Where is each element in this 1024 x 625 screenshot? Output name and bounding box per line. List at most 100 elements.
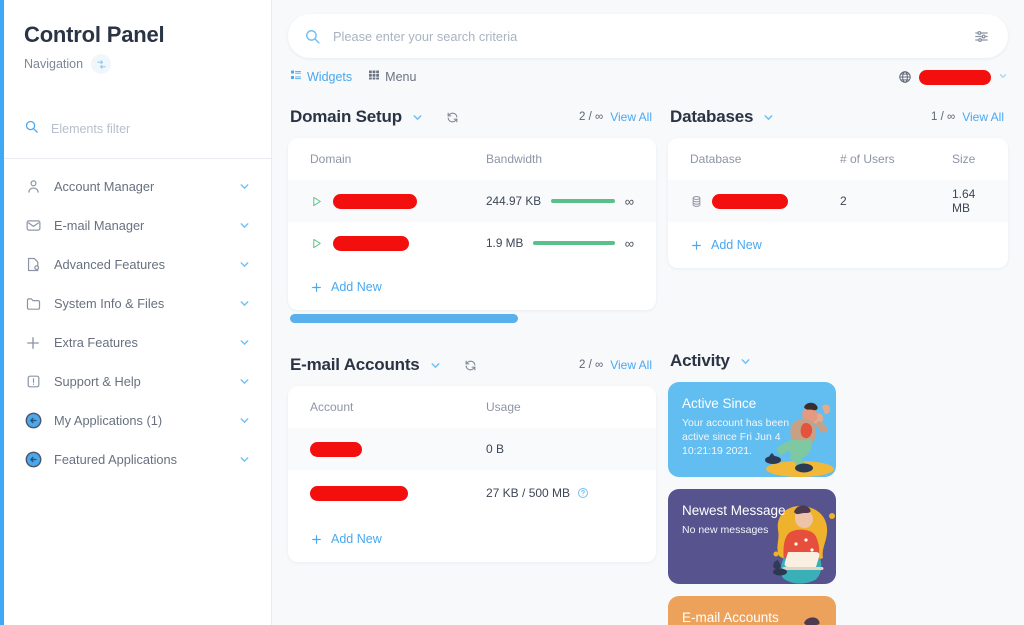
column-header-domain: Domain — [310, 152, 352, 166]
activity-card-newest-message[interactable]: Newest Message No new messages — [668, 489, 836, 584]
scrollbar-thumb[interactable] — [290, 314, 518, 323]
plus-icon — [310, 281, 323, 294]
bandwidth-value: 244.97 KB — [486, 194, 542, 208]
sidebar-item-label: Extra Features — [54, 335, 138, 350]
sidebar-subtitle-row: Navigation — [24, 54, 247, 74]
horizontal-scrollbar[interactable] — [288, 310, 656, 323]
table-header: Account Usage — [288, 386, 656, 428]
tab-widgets[interactable]: Widgets — [290, 68, 352, 86]
panel-columns: Domain Setup 2 / ∞ View All Domain Bandw… — [272, 86, 1024, 625]
help-circle-icon[interactable] — [577, 487, 589, 499]
add-new-domain-button[interactable]: Add New — [288, 264, 656, 310]
usage-cell: 27 KB / 500 MB — [486, 486, 634, 500]
chevron-down-icon[interactable] — [238, 414, 251, 427]
activity-card-title: E-mail Accounts — [682, 610, 779, 625]
panel-title: E-mail Accounts — [290, 355, 420, 374]
sidebar-item-advanced-features[interactable]: Advanced Features — [0, 245, 271, 284]
sidebar-item-system-info-files[interactable]: System Info & Files — [0, 284, 271, 323]
grid-icon — [368, 68, 380, 86]
record-count: 2 / ∞ — [579, 359, 604, 371]
chevron-down-icon[interactable] — [238, 336, 251, 349]
usage-value: 27 KB / 500 MB — [486, 486, 571, 500]
record-count: 2 / ∞ — [579, 111, 604, 123]
table-row[interactable]: 244.97 KB ∞ — [288, 180, 656, 222]
play-icon[interactable] — [310, 237, 323, 250]
activity-card-text: Your account has been active since Fri J… — [682, 416, 790, 458]
view-all-link[interactable]: View All — [610, 358, 652, 372]
sidebar-item-account-manager[interactable]: Account Manager — [0, 167, 271, 206]
bandwidth-cell: 1.9 MB ∞ — [486, 236, 634, 251]
main-content: Widgets Menu — [272, 0, 1024, 625]
control-panel-app: Control Panel Navigation Elements filter — [0, 0, 1024, 625]
chevron-down-icon[interactable] — [238, 453, 251, 466]
sidebar-item-label: My Applications (1) — [54, 413, 163, 428]
activity-card-active-since[interactable]: Active Since Your account has been activ… — [668, 382, 836, 477]
view-all-link[interactable]: View All — [610, 110, 652, 124]
globe-icon — [898, 70, 912, 84]
refresh-icon[interactable] — [446, 111, 459, 124]
plus-icon — [22, 332, 44, 354]
searchbar-wrap — [272, 0, 1024, 58]
chevron-down-icon[interactable] — [411, 111, 424, 124]
search-input[interactable] — [333, 28, 973, 44]
sidebar-nav: Account Manager E-mail Manager Advanced … — [0, 159, 271, 479]
bandwidth-limit: ∞ — [624, 193, 634, 209]
chevron-down-icon[interactable] — [238, 219, 251, 232]
activity-card-email-accounts[interactable]: E-mail Accounts You have visited this pa… — [668, 596, 836, 625]
size-cell: 1.64 MB — [952, 187, 976, 215]
table-row[interactable]: 2 1.64 MB — [668, 180, 1008, 222]
table-row[interactable]: 1.9 MB ∞ — [288, 222, 656, 264]
chevron-down-icon[interactable] — [429, 359, 442, 372]
domain-cell — [310, 193, 486, 209]
plus-icon — [310, 533, 323, 546]
panel-meta: 2 / ∞ View All — [579, 358, 652, 372]
database-redacted — [712, 193, 788, 209]
sidebar-item-extra-features[interactable]: Extra Features — [0, 323, 271, 362]
activity-card-title: Newest Message — [682, 503, 786, 518]
chevron-down-icon[interactable] — [762, 111, 775, 124]
sidebar-item-label: Featured Applications — [54, 452, 178, 467]
database-icon — [690, 195, 703, 208]
collapse-icon[interactable] — [91, 54, 112, 74]
tab-label: Widgets — [307, 70, 353, 84]
sidebar-item-featured-applications[interactable]: Featured Applications — [0, 440, 271, 479]
activity-cards: Active Since Your account has been activ… — [668, 382, 1008, 625]
refresh-icon[interactable] — [464, 359, 477, 372]
play-icon[interactable] — [310, 195, 323, 208]
column-header-account: Account — [310, 400, 354, 414]
table-row[interactable]: 27 KB / 500 MB — [288, 470, 656, 516]
bandwidth-limit: ∞ — [624, 235, 634, 251]
sidebar-item-label: Advanced Features — [54, 257, 165, 272]
sliders-icon[interactable] — [973, 28, 990, 45]
app-circle-icon — [22, 449, 44, 471]
users-cell: 2 — [840, 194, 847, 208]
chevron-down-icon[interactable] — [739, 355, 752, 368]
view-all-link[interactable]: View All — [962, 110, 1004, 124]
chevron-down-icon[interactable] — [238, 180, 251, 193]
table-row[interactable]: 0 B — [288, 428, 656, 470]
domain-redacted — [333, 193, 417, 209]
sidebar-item-support-help[interactable]: Support & Help — [0, 362, 271, 401]
add-new-database-button[interactable]: Add New — [668, 222, 1008, 268]
tab-menu[interactable]: Menu — [368, 68, 416, 86]
panel-title: Domain Setup — [290, 107, 402, 126]
chevron-down-icon[interactable] — [238, 297, 251, 310]
domain-setup-card: Domain Bandwidth 244.97 KB ∞ 1.9 MB ∞ Ad… — [288, 138, 656, 310]
chevron-down-icon[interactable] — [998, 68, 1008, 86]
database-cell — [690, 193, 840, 209]
email-accounts-card: Account Usage 0 B 27 KB / 500 MB Add New — [288, 386, 656, 562]
account-cell — [310, 441, 486, 457]
search-bar[interactable] — [288, 14, 1008, 58]
sidebar-item-label: System Info & Files — [54, 296, 165, 311]
panel-title: Databases — [670, 107, 754, 126]
chevron-down-icon[interactable] — [238, 375, 251, 388]
chevron-down-icon[interactable] — [238, 258, 251, 271]
elements-filter-row[interactable]: Elements filter — [0, 112, 271, 146]
search-icon — [24, 119, 39, 139]
sidebar-item-email-manager[interactable]: E-mail Manager — [0, 206, 271, 245]
add-new-email-button[interactable]: Add New — [288, 516, 656, 562]
sidebar-item-my-applications[interactable]: My Applications (1) — [0, 401, 271, 440]
sidebar: Control Panel Navigation Elements filter — [0, 0, 272, 625]
user-menu[interactable] — [898, 68, 1008, 86]
add-new-label: Add New — [331, 280, 382, 294]
